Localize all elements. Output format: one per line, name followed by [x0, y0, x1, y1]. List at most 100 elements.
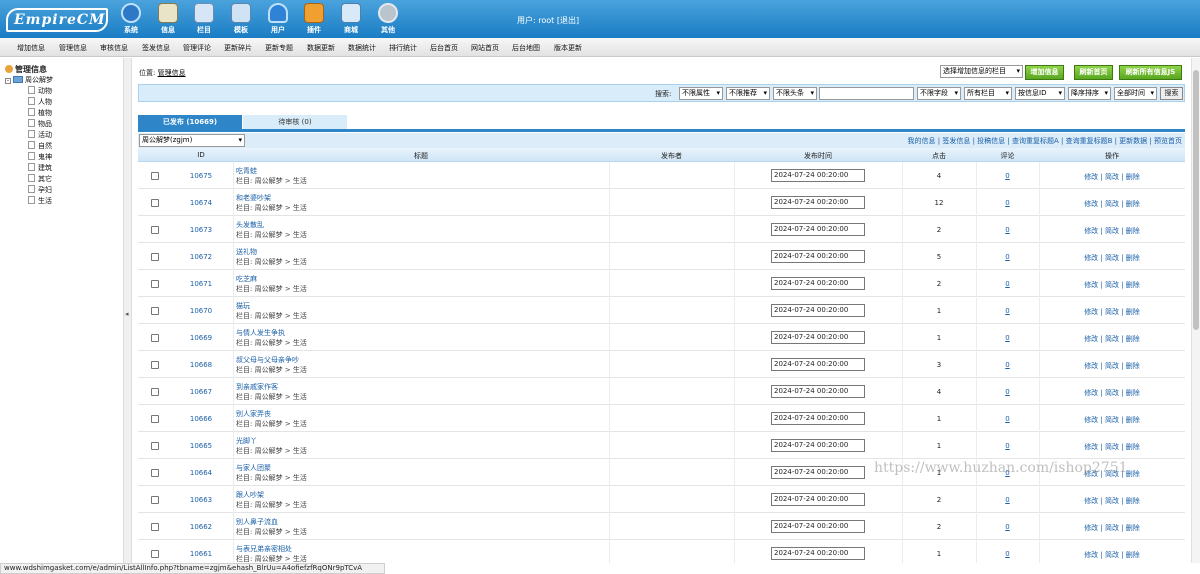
- row-checkbox[interactable]: [151, 442, 159, 450]
- column-filter-select[interactable]: 所有栏目: [964, 87, 1012, 100]
- row-title-link[interactable]: 别人鼻子流血: [236, 517, 278, 527]
- headline-select[interactable]: 不限头条: [773, 87, 817, 100]
- row-comments-link[interactable]: 0: [976, 307, 1039, 315]
- row-time-input[interactable]: 2024-07-24 00:20:00: [771, 493, 865, 506]
- menu-manage-info[interactable]: 管理信息: [59, 43, 87, 53]
- row-time-input[interactable]: 2024-07-24 00:20:00: [771, 223, 865, 236]
- menu-version-update[interactable]: 版本更新: [554, 43, 582, 53]
- row-checkbox[interactable]: [151, 550, 159, 558]
- row-id[interactable]: 10671: [178, 280, 224, 288]
- row-ops-links[interactable]: 修改 | 简改 | 删除: [1039, 523, 1185, 533]
- row-time-input[interactable]: 2024-07-24 00:20:00: [771, 412, 865, 425]
- row-ops-links[interactable]: 修改 | 简改 | 删除: [1039, 388, 1185, 398]
- tree-item[interactable]: 植物: [28, 108, 52, 118]
- tab-published[interactable]: 已发布 (10669): [138, 115, 242, 129]
- row-title-link[interactable]: 与家人团聚: [236, 463, 271, 473]
- row-title-link[interactable]: 送礼物: [236, 247, 257, 257]
- breadcrumb-link[interactable]: 管理信息: [158, 69, 186, 77]
- tree-item[interactable]: 建筑: [28, 163, 52, 173]
- nav-user[interactable]: 用户: [263, 3, 293, 35]
- row-title-link[interactable]: 叔父母与父母亲争吵: [236, 355, 299, 365]
- row-id[interactable]: 10664: [178, 469, 224, 477]
- row-time-input[interactable]: 2024-07-24 00:20:00: [771, 304, 865, 317]
- search-input[interactable]: [819, 87, 914, 100]
- row-time-input[interactable]: 2024-07-24 00:20:00: [771, 385, 865, 398]
- menu-admin-home[interactable]: 后台首页: [430, 43, 458, 53]
- refresh-js-button[interactable]: 刷新所有信息JS: [1119, 65, 1182, 80]
- row-time-input[interactable]: 2024-07-24 00:20:00: [771, 169, 865, 182]
- row-comments-link[interactable]: 0: [976, 496, 1039, 504]
- nav-template[interactable]: 模板: [226, 3, 256, 35]
- row-title-link[interactable]: 与情人发生争执: [236, 328, 285, 338]
- menu-add-info[interactable]: 增加信息: [17, 43, 45, 53]
- menu-site-home[interactable]: 网站首页: [471, 43, 499, 53]
- row-checkbox[interactable]: [151, 307, 159, 315]
- row-title-link[interactable]: 吃芝麻: [236, 274, 257, 284]
- col-time[interactable]: 发布时间: [734, 151, 902, 161]
- row-id[interactable]: 10673: [178, 226, 224, 234]
- row-comments-link[interactable]: 0: [976, 280, 1039, 288]
- attr-select[interactable]: 不限属性: [679, 87, 723, 100]
- refresh-home-button[interactable]: 刷新首页: [1074, 65, 1113, 80]
- row-ops-links[interactable]: 修改 | 简改 | 删除: [1039, 280, 1185, 290]
- time-select[interactable]: 全部时间: [1114, 87, 1157, 100]
- tree-item[interactable]: 动物: [28, 86, 52, 96]
- row-id[interactable]: 10670: [178, 307, 224, 315]
- row-checkbox[interactable]: [151, 415, 159, 423]
- menu-update-data[interactable]: 数据更新: [307, 43, 335, 53]
- row-id[interactable]: 10665: [178, 442, 224, 450]
- row-checkbox[interactable]: [151, 496, 159, 504]
- row-time-input[interactable]: 2024-07-24 00:20:00: [771, 520, 865, 533]
- row-id[interactable]: 10668: [178, 361, 224, 369]
- collapse-icon[interactable]: -: [5, 78, 11, 84]
- empirecms-logo[interactable]: EmpireCMS: [6, 8, 108, 32]
- nav-other[interactable]: 其他: [373, 3, 403, 35]
- row-comments-link[interactable]: 0: [976, 388, 1039, 396]
- order-select[interactable]: 降序排序: [1068, 87, 1111, 100]
- row-checkbox[interactable]: [151, 280, 159, 288]
- row-title-link[interactable]: 吃青蛙: [236, 166, 257, 176]
- sidebar-root[interactable]: 管理信息: [5, 64, 47, 75]
- row-time-input[interactable]: 2024-07-24 00:20:00: [771, 439, 865, 452]
- row-time-input[interactable]: 2024-07-24 00:20:00: [771, 358, 865, 371]
- tree-item[interactable]: 其它: [28, 174, 52, 184]
- row-id[interactable]: 10663: [178, 496, 224, 504]
- row-title-link[interactable]: 到亲戚家作客: [236, 382, 278, 392]
- row-ops-links[interactable]: 修改 | 简改 | 删除: [1039, 307, 1185, 317]
- id-sort-select[interactable]: 按信息ID: [1015, 87, 1065, 100]
- menu-data-stats[interactable]: 数据统计: [348, 43, 376, 53]
- row-ops-links[interactable]: 修改 | 简改 | 删除: [1039, 334, 1185, 344]
- row-time-input[interactable]: 2024-07-24 00:20:00: [771, 277, 865, 290]
- row-checkbox[interactable]: [151, 361, 159, 369]
- table-select[interactable]: 周公解梦(zgjm): [139, 134, 245, 147]
- column-select[interactable]: 选择增加信息的栏目: [940, 65, 1023, 78]
- field-select[interactable]: 不限字段: [917, 87, 961, 100]
- tree-item[interactable]: 人物: [28, 97, 52, 107]
- row-ops-links[interactable]: 修改 | 简改 | 删除: [1039, 442, 1185, 452]
- scroll-thumb[interactable]: [1193, 70, 1199, 330]
- row-checkbox[interactable]: [151, 388, 159, 396]
- row-title-link[interactable]: 跟人吵架: [236, 490, 264, 500]
- menu-update-fragments[interactable]: 更新碎片: [224, 43, 252, 53]
- nav-shop[interactable]: 商城: [336, 3, 366, 35]
- row-time-input[interactable]: 2024-07-24 00:20:00: [771, 466, 865, 479]
- menu-review-info[interactable]: 审核信息: [100, 43, 128, 53]
- row-comments-link[interactable]: 0: [976, 199, 1039, 207]
- col-clicks[interactable]: 点击: [902, 151, 976, 161]
- tree-item[interactable]: 自然: [28, 141, 52, 151]
- row-id[interactable]: 10675: [178, 172, 224, 180]
- add-info-button[interactable]: 增加信息: [1025, 65, 1064, 80]
- row-time-input[interactable]: 2024-07-24 00:20:00: [771, 196, 865, 209]
- row-id[interactable]: 10661: [178, 550, 224, 558]
- tree-category-zgjm[interactable]: - 周公解梦: [5, 75, 53, 85]
- row-checkbox[interactable]: [151, 469, 159, 477]
- collapse-arrow-icon[interactable]: ◂: [125, 310, 129, 318]
- row-comments-link[interactable]: 0: [976, 523, 1039, 531]
- row-comments-link[interactable]: 0: [976, 442, 1039, 450]
- filter-links[interactable]: 我的信息 | 签发信息 | 投稿信息 | 查询重复标题A | 查询重复标题B |…: [908, 136, 1182, 146]
- row-checkbox[interactable]: [151, 172, 159, 180]
- row-comments-link[interactable]: 0: [976, 361, 1039, 369]
- tab-pending[interactable]: 待审核 (0): [243, 115, 347, 129]
- row-id[interactable]: 10662: [178, 523, 224, 531]
- row-title-link[interactable]: 猫玩: [236, 301, 250, 311]
